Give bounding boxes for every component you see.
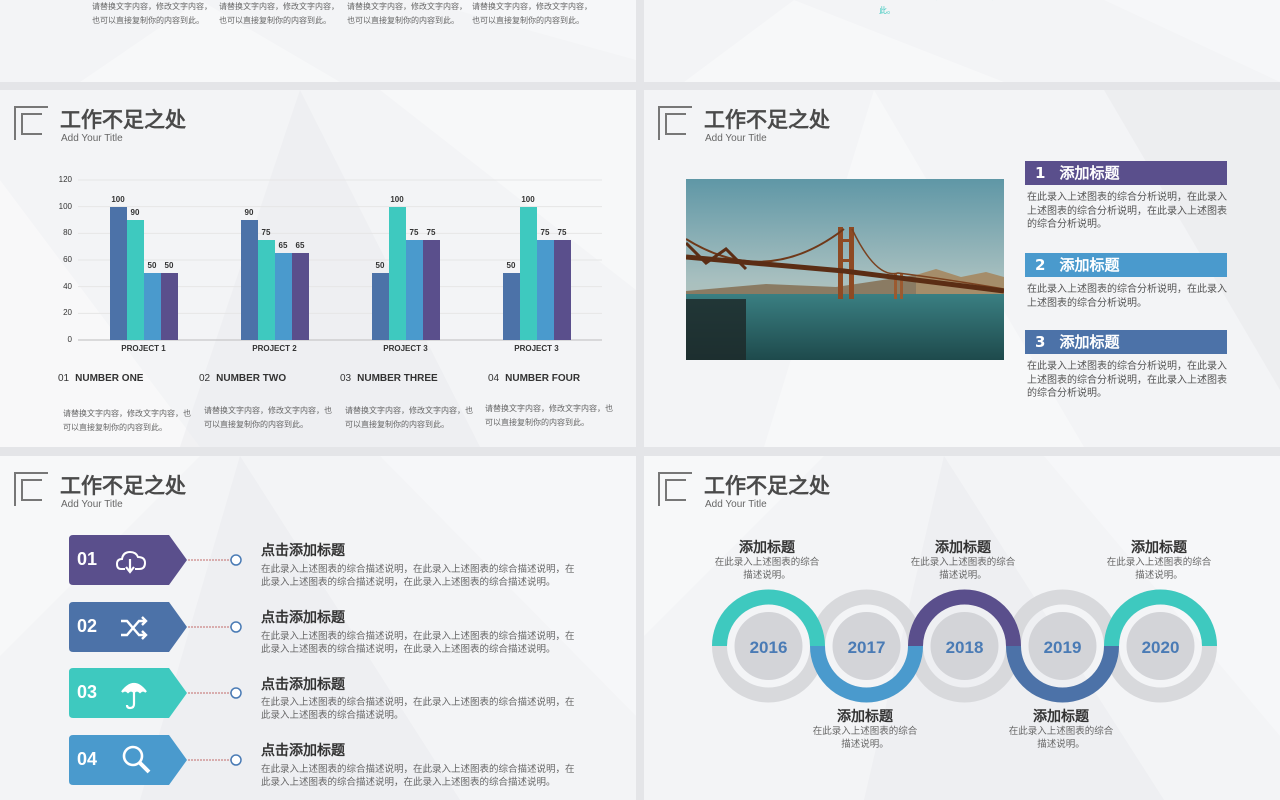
bar: [126, 220, 144, 340]
year-2019: 2019: [1044, 638, 1082, 657]
item-desc-2: 请替换文字内容，修改文字内容，也可以直接复制你的内容到此。: [204, 406, 332, 429]
bar-value-label: 65: [295, 241, 305, 251]
year-2020: 2020: [1142, 638, 1180, 657]
bar-value-label: 75: [557, 228, 567, 237]
bar: [553, 240, 571, 340]
timeline-label-title-2: 添加标题: [837, 709, 893, 725]
list-item-desc-3: 在此录入上述图表的综合描述说明，在此录入上述图表的综合描述说明，在此录入上述图表…: [261, 697, 575, 721]
heading-desc-3: 在此录入上述图表的综合分析说明，在此录入上述图表的综合分析说明，在此录入上述图表…: [1027, 361, 1227, 399]
item-desc-3: 请替换文字内容，修改文字内容，也可以直接复制你的内容到此。: [345, 406, 473, 429]
item-heading-2: 02 NUMBER TWO: [199, 373, 287, 384]
slide-subtitle: Add Your Title: [705, 133, 767, 144]
bar-value-label: 50: [375, 261, 385, 271]
list-number-2: 02: [77, 616, 98, 636]
text-cell: 请替换文字内容，修改文字内容，也可以直接复制你的内容到此。: [219, 2, 339, 25]
list-item-desc-4: 在此录入上述图表的综合描述说明，在此录入上述图表的综合描述说明，在此录入上述图表…: [261, 764, 575, 788]
year-2017: 2017: [848, 638, 886, 657]
bar: [536, 240, 554, 340]
heading-bar-3: 3 添加标题: [1025, 330, 1227, 354]
connector-line: [188, 554, 242, 566]
item-heading-3: 03 NUMBER THREE: [340, 373, 438, 384]
timeline-label-title-4: 添加标题: [1033, 709, 1089, 725]
slide-partial-top-left: 请替换文字内容，修改文字内容，也可以直接复制你的内容到此。 请替换文字内容，修改…: [0, 0, 636, 82]
text-cell: 请替换文字内容，修改文字内容，也可以直接复制你的内容到此。: [347, 2, 467, 25]
list-item-title-2: 点击添加标题: [261, 610, 345, 626]
list-item-title-4: 点击添加标题: [261, 743, 345, 759]
x-category-label: PROJECT 2: [252, 344, 297, 353]
bar: [257, 240, 275, 340]
bar: [405, 240, 423, 340]
year-2018: 2018: [946, 638, 984, 657]
bar: [502, 273, 520, 340]
year-rings: 2016 2017 2018 2019 2020: [712, 589, 1217, 703]
bar-value-label: 100: [111, 194, 125, 204]
list-number-1: 01: [77, 549, 98, 569]
bar-value-label: 75: [426, 228, 436, 237]
slide-numbered-list: 工作不足之处 Add Your Title 01 点击添加标题 在此录入上述图表…: [0, 456, 636, 800]
bar: [109, 206, 127, 340]
bar-value-label: 75: [261, 228, 271, 237]
item-heading-4: 04 NUMBER FOUR: [488, 373, 581, 384]
bar-value-label: 100: [390, 194, 404, 204]
bar: [240, 220, 258, 340]
bar-value-label: 50: [506, 261, 516, 271]
x-category-label: PROJECT 1: [121, 344, 166, 353]
bar-value-label: 100: [521, 194, 535, 204]
list-item-title-1: 点击添加标题: [261, 543, 345, 559]
bar: [388, 206, 406, 340]
timeline-label-title-3: 添加标题: [935, 540, 991, 556]
slide-partial-top-right: 请替换文字内容，修改文字内容，也可以直接复制你的内容到此。: [644, 0, 1280, 82]
connector-line: [188, 687, 242, 699]
heading-desc-1: 在此录入上述图表的综合分析说明，在此录入上述图表的综合分析说明，在此录入上述图表…: [1027, 192, 1227, 230]
slide-title: 工作不足之处: [60, 474, 186, 498]
timeline-label-desc-5: 在此录入上述图表的综合描述说明。: [1106, 557, 1212, 581]
timeline-label-desc-1: 在此录入上述图表的综合描述说明。: [714, 557, 820, 581]
timeline-label-title-5: 添加标题: [1131, 540, 1187, 556]
bar: [274, 253, 292, 340]
bar-chart: 0 20 40 60 80 100 120 100 90 50 50 PROJECT 1 90 75 65 6…: [0, 90, 636, 447]
item-desc-4: 请替换文字内容，修改文字内容，也可以直接复制你的内容到此。: [485, 404, 613, 427]
timeline-label-desc-3: 在此录入上述图表的综合描述说明。: [910, 557, 1016, 581]
bar: [371, 273, 389, 340]
slide-bar-chart: 工作不足之处 Add Your Title 0 20 40 60 80 100 120 100…: [0, 90, 636, 447]
logo-bracket-icon: [14, 472, 48, 506]
bar-value-label: 50: [164, 261, 174, 271]
slide-subtitle: Add Your Title: [61, 499, 123, 510]
cut-off-text: 请替换文字内容，修改文字内容，也可以直接复制你的内容到此。: [879, 0, 1095, 15]
text-cell: 请替换文字内容，修改文字内容，也可以直接复制你的内容到此。: [472, 2, 592, 25]
timeline-label-desc-4: 在此录入上述图表的综合描述说明。: [1008, 726, 1114, 750]
slide-title: 工作不足之处: [704, 108, 830, 132]
list-number-4: 04: [77, 749, 98, 769]
slide-timeline: 工作不足之处 Add Your Title 2016 2017 2018 201…: [644, 456, 1280, 800]
item-desc-1: 请替换文字内容，修改文字内容，也可以直接复制你的内容到此。: [63, 409, 191, 432]
bar: [291, 253, 309, 340]
heading-bar-1: 1 添加标题: [1025, 161, 1227, 185]
bar: [143, 273, 161, 340]
x-category-label: PROJECT 3: [383, 344, 428, 353]
x-category-label: PROJECT 3: [514, 344, 559, 353]
text-cell: 请替换文字内容，修改文字内容，也可以直接复制你的内容到此。: [92, 2, 212, 25]
heading-desc-2: 在此录入上述图表的综合分析说明，在此录入上述图表的综合分析说明。: [1027, 284, 1227, 309]
list-number-3: 03: [77, 682, 98, 702]
list-item-desc-1: 在此录入上述图表的综合描述说明，在此录入上述图表的综合描述说明，在此录入上述图表…: [261, 564, 575, 588]
connector-line: [188, 754, 242, 766]
logo-bracket-icon: [658, 106, 692, 140]
bar: [160, 273, 178, 340]
bar-value-label: 90: [130, 208, 140, 217]
list-item-title-3: 点击添加标题: [261, 677, 345, 693]
timeline-label-title-1: 添加标题: [739, 540, 795, 556]
timeline-label-desc-2: 在此录入上述图表的综合描述说明。: [812, 726, 918, 750]
list-item-desc-2: 在此录入上述图表的综合描述说明，在此录入上述图表的综合描述说明，在此录入上述图表…: [261, 631, 575, 655]
bar: [519, 206, 537, 340]
heading-bar-2: 2 添加标题: [1025, 253, 1227, 277]
item-heading-1: 01 NUMBER ONE: [58, 373, 144, 384]
slide-image-list: 工作不足之处 Add Your Title 1 添加标题 在此录入上述图表的综合…: [644, 90, 1280, 447]
year-2016: 2016: [750, 638, 788, 657]
bar: [422, 240, 440, 340]
bridge-photo: [686, 179, 1004, 360]
connector-line: [188, 621, 242, 633]
bar-value-label: 90: [244, 208, 254, 217]
